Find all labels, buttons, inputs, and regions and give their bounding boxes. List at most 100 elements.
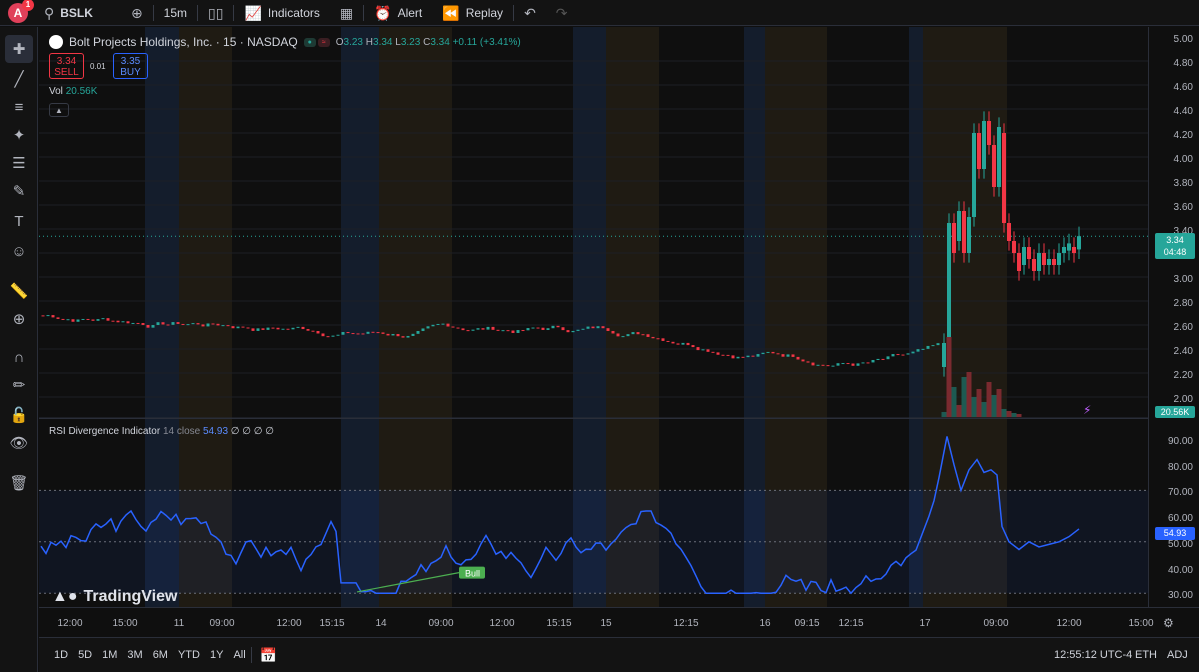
- candle: [236, 326, 240, 329]
- pane-divider[interactable]: [39, 418, 1199, 419]
- candle: [416, 331, 420, 334]
- volume-legend[interactable]: Vol 20.56K: [49, 86, 97, 97]
- range-button-3m[interactable]: 3M: [122, 649, 147, 661]
- sell-button[interactable]: 3.34 SELL: [49, 53, 84, 79]
- current-price-tag: 3.34 04:48: [1155, 233, 1195, 259]
- collapse-legend-button[interactable]: ▲: [49, 103, 69, 117]
- candle: [571, 330, 575, 333]
- candle: [446, 323, 450, 327]
- compare-button[interactable]: ⊕: [121, 0, 153, 26]
- volume-tag: 20.56K: [1155, 406, 1195, 418]
- time-tick-label: 09:15: [794, 618, 820, 629]
- volume-label: Vol: [49, 86, 63, 97]
- range-button-all[interactable]: All: [228, 649, 250, 661]
- candles-icon: ▯▯: [208, 4, 224, 21]
- candle: [101, 318, 105, 320]
- time-axis[interactable]: 12:00 15:00 11 09:00 12:00 15:15 14 09:00 12:00 1…: [39, 607, 1199, 637]
- rsi-tick-label: 90.00: [1167, 436, 1193, 447]
- pencil-lock-icon[interactable]: ✏: [5, 371, 33, 399]
- calendar-icon[interactable]: 📅: [260, 648, 277, 662]
- magnet-icon[interactable]: ∩: [5, 343, 33, 371]
- candle: [962, 211, 966, 253]
- rsi-tick-label: 60.00: [1167, 513, 1193, 524]
- candle: [156, 322, 160, 326]
- open-label: O: [335, 36, 344, 48]
- bull-label: Bull: [465, 569, 480, 579]
- ruler-icon[interactable]: 📏: [5, 277, 33, 305]
- symbol-title[interactable]: Bolt Projects Holdings, Inc. · 15 · NASD…: [69, 35, 298, 49]
- candle: [766, 351, 770, 353]
- avatar-letter: A: [13, 5, 23, 20]
- candle: [1012, 241, 1016, 253]
- price-tick-label: 4.60: [1173, 82, 1193, 93]
- interval-button[interactable]: 15m: [154, 0, 197, 26]
- range-button-6m[interactable]: 6M: [148, 649, 173, 661]
- range-button-ytd[interactable]: YTD: [173, 649, 205, 661]
- crosshair-icon[interactable]: ✚: [5, 35, 33, 63]
- range-button-1m[interactable]: 1M: [97, 649, 122, 661]
- adjust-toggle[interactable]: ADJ: [1167, 649, 1188, 661]
- time-tick-label: 15:15: [546, 618, 572, 629]
- symbol-search[interactable]: ⚲ BSLK: [34, 0, 103, 26]
- pitchfork-icon[interactable]: ✦: [5, 121, 33, 149]
- candle: [126, 321, 130, 324]
- emoji-icon[interactable]: ☺: [5, 237, 33, 265]
- candle: [896, 354, 900, 356]
- candle: [526, 328, 530, 331]
- candle: [271, 327, 275, 329]
- brush-icon[interactable]: ✎: [5, 177, 33, 205]
- eye-icon[interactable]: 👁: [5, 429, 33, 457]
- candle: [221, 325, 225, 327]
- candle: [401, 336, 405, 338]
- candle: [936, 343, 940, 346]
- candle: [626, 334, 630, 337]
- text-icon[interactable]: T: [5, 207, 33, 235]
- candle: [66, 319, 70, 321]
- candle: [181, 323, 185, 325]
- range-button-1d[interactable]: 1D: [49, 649, 73, 661]
- price-axis[interactable]: 5.004.804.604.404.204.003.803.603.403.20…: [1148, 27, 1199, 607]
- volume-bar: [971, 397, 977, 417]
- trash-icon[interactable]: 🗑: [5, 469, 33, 497]
- candle: [431, 324, 435, 327]
- range-button-1y[interactable]: 1Y: [205, 649, 228, 661]
- status-badges: ● ≈: [303, 37, 330, 47]
- fib-icon[interactable]: ☰: [5, 149, 33, 177]
- user-avatar[interactable]: A 1: [8, 0, 34, 23]
- candle: [947, 223, 951, 343]
- candle: [311, 330, 315, 332]
- candle: [741, 356, 745, 358]
- tradingview-logo[interactable]: ▲● TradingView: [52, 588, 177, 606]
- candle: [146, 324, 150, 328]
- trend-line-icon[interactable]: ╱: [5, 65, 33, 93]
- settings-gear-icon[interactable]: ⚙: [1163, 616, 1174, 630]
- rsi-legend[interactable]: RSI Divergence Indicator 14 close 54.93 …: [49, 426, 274, 437]
- price-tick-label: 2.60: [1173, 322, 1193, 333]
- horizontal-lines-icon[interactable]: ≡: [5, 93, 33, 121]
- candle: [206, 323, 210, 327]
- undo-button[interactable]: ↶: [514, 0, 546, 26]
- lock-icon[interactable]: 🔓: [5, 401, 33, 429]
- indicators-button[interactable]: 📈 Indicators: [234, 0, 329, 26]
- candle: [46, 315, 50, 317]
- chart-type-button[interactable]: ▯▯: [198, 0, 233, 26]
- session-toggle[interactable]: ETH: [1135, 649, 1157, 661]
- clock[interactable]: 12:55:12 UTC-4: [1054, 649, 1132, 661]
- candle: [331, 335, 335, 337]
- candle: [1072, 247, 1076, 253]
- buy-button[interactable]: 3.35 BUY: [113, 53, 148, 79]
- candle: [911, 351, 915, 354]
- candle: [246, 327, 250, 329]
- templates-button[interactable]: ▦: [330, 0, 363, 26]
- range-button-5d[interactable]: 5D: [73, 649, 97, 661]
- undo-icon: ↶: [524, 4, 536, 21]
- bar-countdown: 04:48: [1163, 247, 1187, 257]
- zoom-icon[interactable]: ⊕: [5, 305, 33, 333]
- candle: [326, 336, 330, 338]
- replay-button[interactable]: ⏪ Replay: [432, 0, 513, 26]
- candle: [111, 320, 115, 322]
- redo-button[interactable]: ↷: [546, 0, 578, 26]
- chart-pane[interactable]: Bull ⚡: [39, 27, 1148, 607]
- candle: [731, 355, 735, 359]
- alert-button[interactable]: ⏰ Alert: [364, 0, 432, 26]
